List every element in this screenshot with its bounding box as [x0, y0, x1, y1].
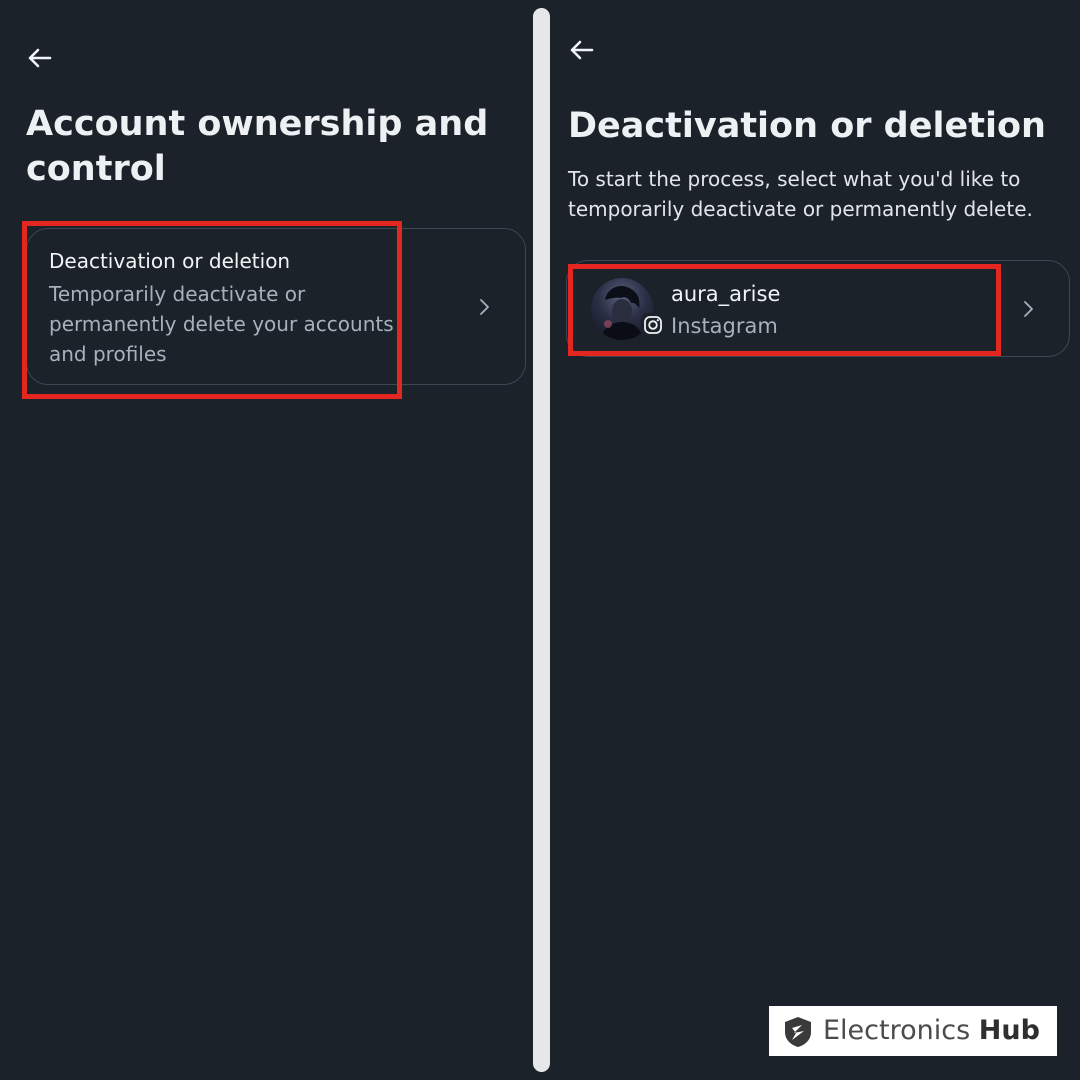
account-ownership-screen: Account ownership and control Deactivati… [0, 0, 532, 1080]
page-title: Deactivation or deletion [568, 106, 1046, 146]
back-button[interactable] [562, 30, 602, 70]
arrow-left-icon [570, 40, 594, 60]
account-username: aura_arise [671, 282, 781, 306]
chevron-right-icon [480, 299, 489, 315]
deactivation-or-deletion-option[interactable]: Deactivation or deletion Temporarily dea… [26, 228, 526, 385]
instagram-icon [641, 313, 665, 337]
back-button[interactable] [20, 38, 60, 78]
option-heading: Deactivation or deletion [49, 249, 291, 273]
deactivation-screen: Deactivation or deletion To start the pr… [552, 0, 1080, 1080]
account-item[interactable]: aura_arise Instagram [566, 260, 1070, 357]
page-subtitle: To start the process, select what you'd … [568, 167, 1033, 221]
account-platform: Instagram [671, 314, 778, 338]
watermark-text-bold: Hub [978, 1015, 1040, 1046]
chevron-right-icon [1024, 301, 1033, 317]
page-title: Account ownership and control [26, 104, 489, 189]
watermark-text: Electronics Hub [823, 1015, 1040, 1047]
option-description: Temporarily deactivate or permanently de… [49, 282, 394, 366]
arrow-left-icon [28, 48, 52, 68]
electronics-hub-watermark: Electronics Hub [769, 1006, 1057, 1056]
watermark-text-regular: Electronics [823, 1015, 979, 1046]
electronics-hub-logo-icon [785, 1017, 811, 1047]
screen-divider [533, 8, 550, 1072]
